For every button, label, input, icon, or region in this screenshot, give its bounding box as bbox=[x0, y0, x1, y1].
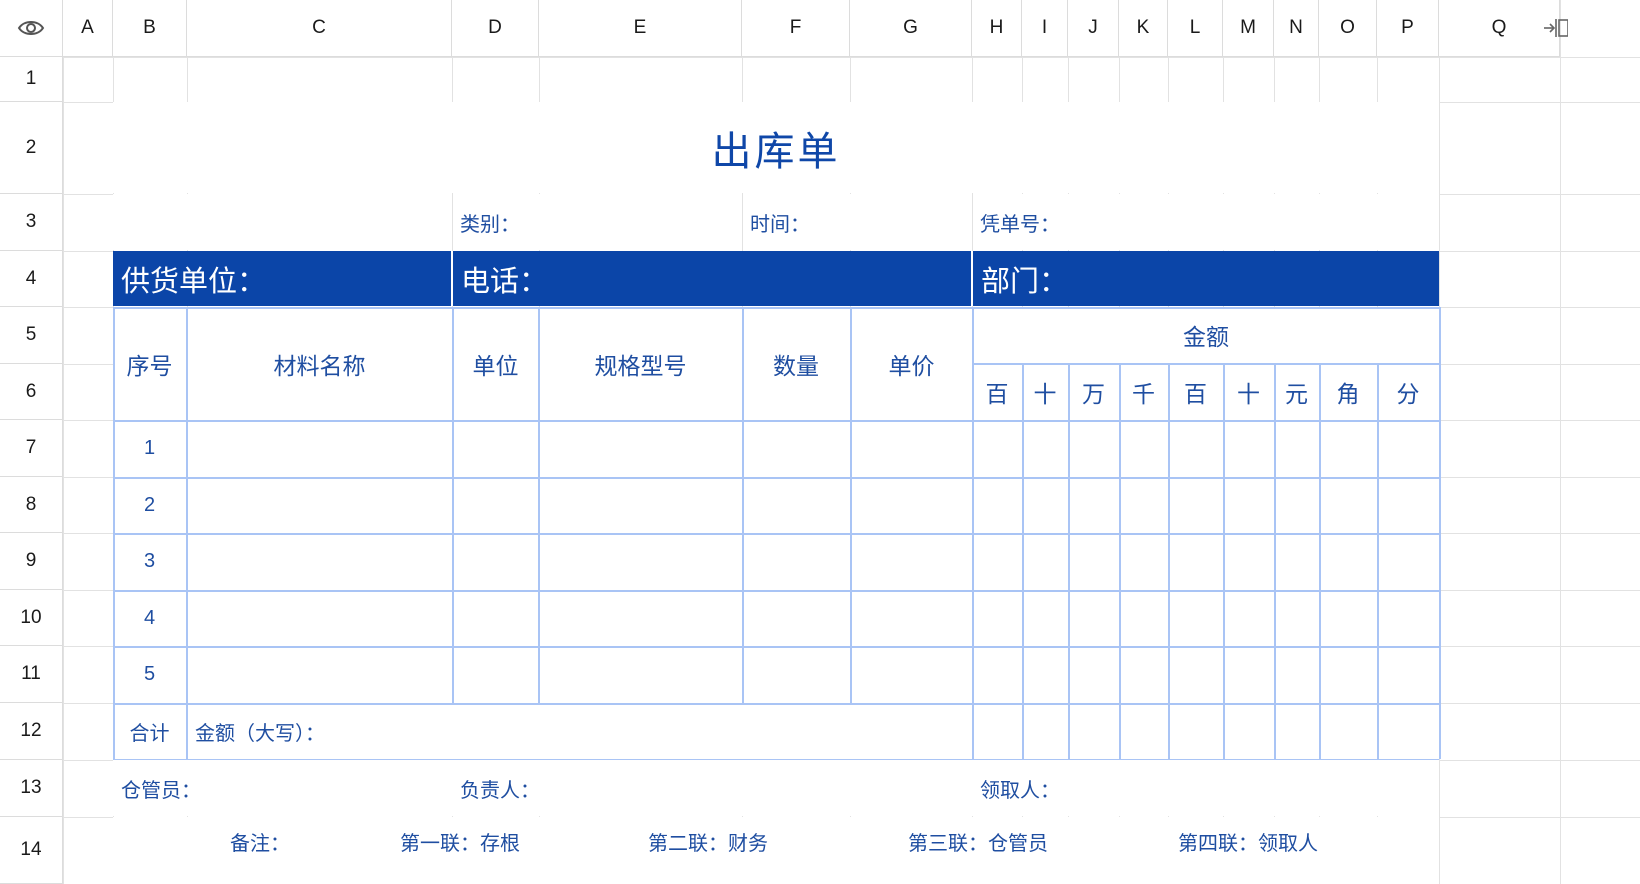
grid-line-v bbox=[1560, 0, 1561, 884]
digit-header: 角 bbox=[1336, 382, 1360, 408]
grid-line-v bbox=[63, 0, 64, 884]
total-label: 合计 bbox=[129, 720, 170, 745]
column-header-b[interactable]: B bbox=[113, 0, 187, 57]
column-header-k[interactable]: K bbox=[1119, 0, 1168, 57]
column-header-j[interactable]: J bbox=[1068, 0, 1119, 57]
footer-note-copy-2: 第二联：财务 bbox=[648, 830, 768, 855]
column-header-e[interactable]: E bbox=[539, 0, 742, 57]
row-header-7[interactable]: 7 bbox=[0, 420, 63, 477]
select-all-corner[interactable] bbox=[0, 0, 63, 57]
item-number: 3 bbox=[143, 549, 156, 572]
row-header-11[interactable]: 11 bbox=[0, 646, 63, 703]
column-header-o[interactable]: O bbox=[1319, 0, 1377, 57]
table-border bbox=[1119, 363, 1121, 759]
table-border bbox=[1319, 363, 1321, 759]
column-header-m[interactable]: M bbox=[1223, 0, 1274, 57]
footer-note-remark: 备注： bbox=[230, 830, 290, 855]
row-header-5[interactable]: 5 bbox=[0, 307, 63, 364]
item-number: 1 bbox=[143, 436, 156, 459]
freeze-panel-icon[interactable] bbox=[1540, 14, 1569, 42]
column-header-g[interactable]: G bbox=[850, 0, 972, 57]
digit-header: 十 bbox=[1033, 382, 1057, 408]
category-label[interactable]: 类别： bbox=[452, 194, 742, 250]
digit-header: 千 bbox=[1132, 382, 1155, 408]
column-header-i[interactable]: I bbox=[1022, 0, 1068, 57]
column-header-l[interactable]: L bbox=[1168, 0, 1223, 57]
column-header-a[interactable]: A bbox=[63, 0, 113, 57]
column-header-p[interactable]: P bbox=[1377, 0, 1439, 57]
row-header-4[interactable]: 4 bbox=[0, 251, 63, 307]
row-header-1[interactable]: 1 bbox=[0, 57, 63, 102]
table-border bbox=[1439, 307, 1441, 759]
supplier-label[interactable]: 供货单位： bbox=[113, 251, 451, 306]
eye-icon[interactable] bbox=[17, 19, 45, 37]
header-unit-price: 单价 bbox=[888, 353, 935, 380]
item-number: 5 bbox=[143, 662, 156, 685]
table-border bbox=[1274, 363, 1276, 759]
digit-header: 元 bbox=[1285, 382, 1308, 408]
row-header-10[interactable]: 10 bbox=[0, 590, 63, 646]
digit-header: 百 bbox=[1184, 382, 1207, 408]
footer-note-copy-1: 第一联：存根 bbox=[400, 830, 520, 855]
row-header-8[interactable]: 8 bbox=[0, 477, 63, 533]
row-header-9[interactable]: 9 bbox=[0, 533, 63, 590]
table-border bbox=[113, 590, 1439, 592]
table-border bbox=[113, 533, 1439, 535]
item-number: 4 bbox=[143, 606, 156, 629]
row-header-6[interactable]: 6 bbox=[0, 364, 63, 420]
table-border bbox=[113, 477, 1439, 479]
grid-line-h bbox=[0, 57, 1640, 58]
table-border bbox=[113, 646, 1439, 648]
digit-header: 百 bbox=[985, 382, 1009, 408]
form-title: 出库单 bbox=[711, 128, 841, 175]
footer-note-copy-4: 第四联：领取人 bbox=[1178, 830, 1318, 855]
digit-header: 万 bbox=[1082, 382, 1105, 408]
table-border bbox=[1168, 363, 1170, 759]
digit-header: 十 bbox=[1237, 382, 1260, 408]
header-seq: 序号 bbox=[126, 353, 173, 380]
row-header-12[interactable]: 12 bbox=[0, 703, 63, 760]
table-border bbox=[1377, 363, 1379, 759]
column-header-h[interactable]: H bbox=[972, 0, 1022, 57]
manager-label[interactable]: 负责人： bbox=[452, 760, 972, 816]
column-header-n[interactable]: N bbox=[1274, 0, 1319, 57]
row-header-13[interactable]: 13 bbox=[0, 760, 63, 817]
digit-header: 分 bbox=[1396, 382, 1420, 408]
table-border bbox=[1068, 363, 1070, 759]
table-border bbox=[1022, 363, 1024, 759]
header-material-name: 材料名称 bbox=[273, 353, 366, 380]
column-header-f[interactable]: F bbox=[742, 0, 850, 57]
spreadsheet[interactable]: ABCDEFGHIJKLMNOPQ 1 2 3 4 5 6 7 8 9 10 11 12 13 14 出库… bbox=[0, 0, 1640, 884]
warehouse-keeper-label[interactable]: 仓管员： bbox=[113, 760, 452, 816]
footer-note-copy-3: 第三联：仓管员 bbox=[908, 830, 1048, 855]
receiver-label[interactable]: 领取人： bbox=[972, 760, 1439, 816]
header-unit: 单位 bbox=[472, 353, 519, 380]
amount-in-words-label[interactable]: 金额（大写）： bbox=[187, 703, 972, 759]
table-border bbox=[1223, 363, 1225, 759]
row-header-2[interactable]: 2 bbox=[0, 102, 63, 194]
header-quantity: 数量 bbox=[773, 353, 819, 380]
row-header-3[interactable]: 3 bbox=[0, 194, 63, 251]
time-label[interactable]: 时间： bbox=[742, 194, 972, 250]
department-label[interactable]: 部门： bbox=[973, 251, 1439, 306]
voucher-number-label[interactable]: 凭单号： bbox=[972, 194, 1439, 250]
column-header-c[interactable]: C bbox=[187, 0, 452, 57]
header-spec: 规格型号 bbox=[594, 353, 687, 380]
phone-label[interactable]: 电话： bbox=[453, 251, 971, 306]
table-border bbox=[113, 420, 1439, 422]
column-header-d[interactable]: D bbox=[452, 0, 539, 57]
row-header-14[interactable]: 14 bbox=[0, 817, 63, 884]
item-number: 2 bbox=[143, 493, 156, 516]
header-amount: 金额 bbox=[1183, 325, 1229, 351]
